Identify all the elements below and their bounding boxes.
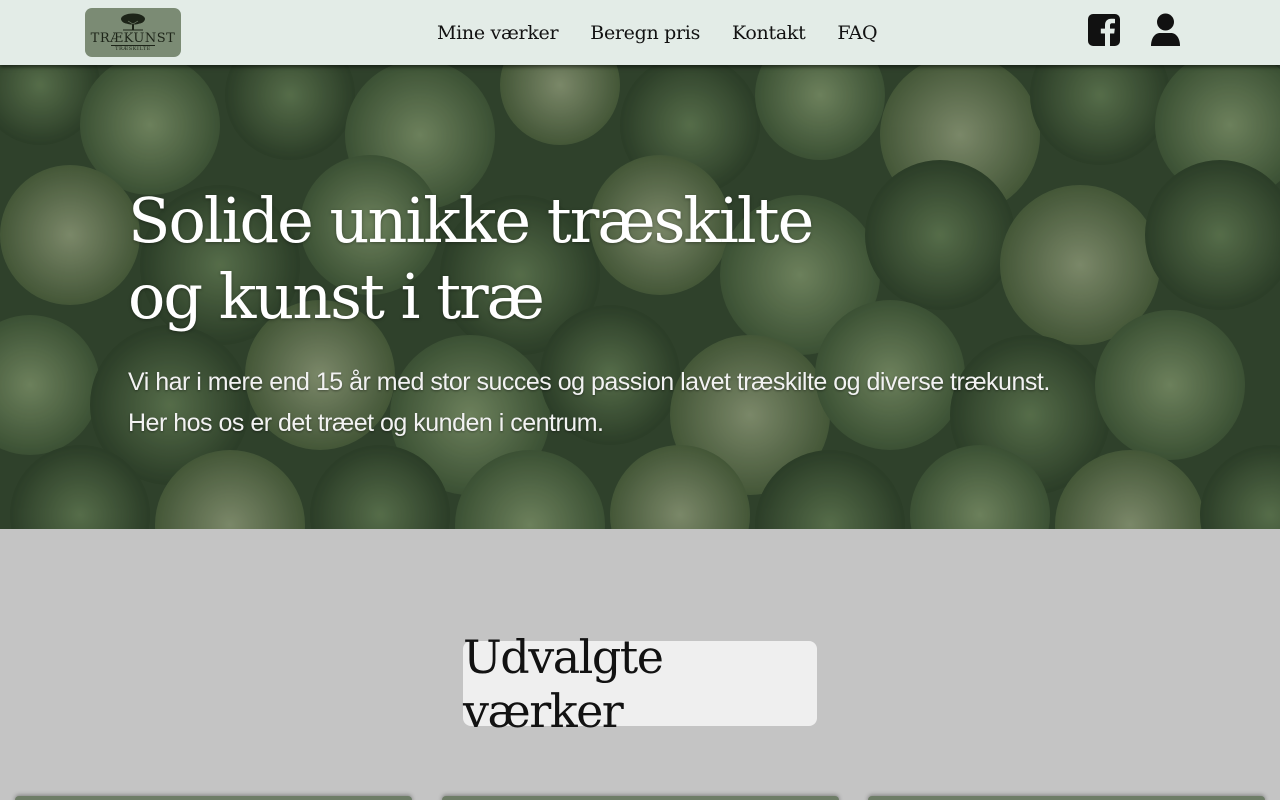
facebook-icon[interactable] [1087, 13, 1121, 52]
nav-link-faq[interactable]: FAQ [837, 22, 877, 44]
main-navigation: Mine værker Beregn pris Kontakt FAQ [437, 0, 878, 65]
hero-title: Solide unikke træskilte og kunst i træ [128, 184, 814, 333]
tree-logo-icon [121, 13, 145, 30]
nav-link-kontakt[interactable]: Kontakt [732, 22, 806, 44]
featured-work-card[interactable] [442, 796, 839, 800]
hero-section: Solide unikke træskilte og kunst i træ V… [0, 65, 1280, 529]
featured-works-heading: Udvalgte værker [463, 630, 817, 738]
nav-link-mine-vaerker[interactable]: Mine værker [437, 22, 559, 44]
top-navbar: TRÆKUNST TRÆSKILTE Mine værker Beregn pr… [0, 0, 1280, 65]
hero-description-line-1: Vi har i mere end 15 år med stor succes … [128, 368, 1050, 396]
hero-description-line-2: Her hos os er det træet og kunden i cent… [128, 409, 604, 437]
logo-subtitle: TRÆSKILTE [111, 44, 155, 53]
user-account-icon[interactable] [1150, 13, 1181, 52]
featured-work-card[interactable] [868, 796, 1265, 800]
nav-link-beregn-pris[interactable]: Beregn pris [590, 22, 700, 44]
featured-work-card[interactable] [15, 796, 412, 800]
logo-title: TRÆKUNST [90, 30, 176, 46]
site-logo[interactable]: TRÆKUNST TRÆSKILTE [85, 8, 181, 57]
featured-works-section: Udvalgte værker [0, 529, 1280, 800]
